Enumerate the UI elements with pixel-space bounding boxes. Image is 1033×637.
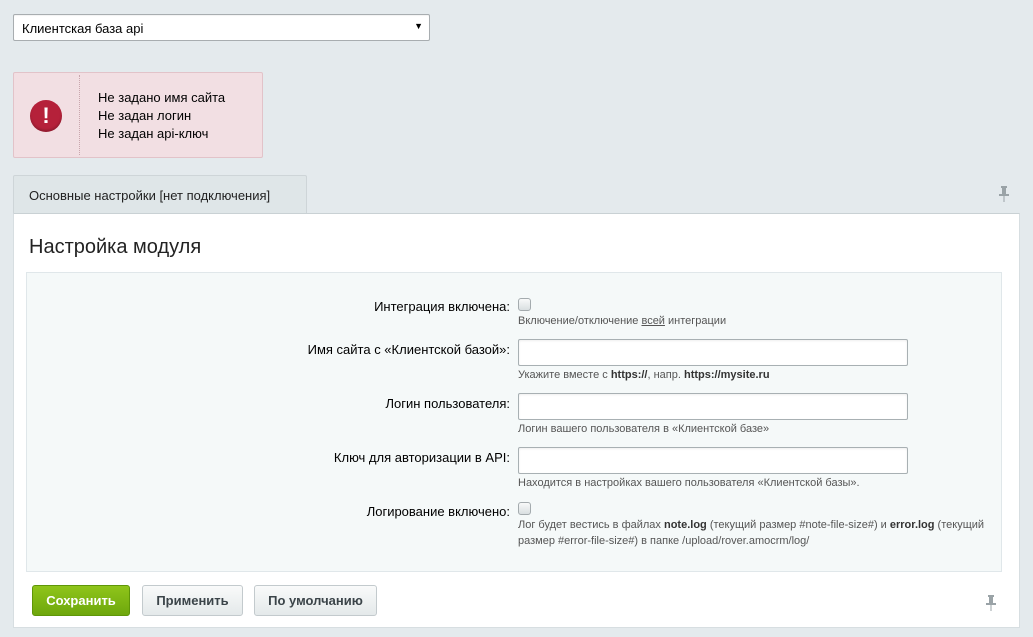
apply-button[interactable]: Применить <box>142 585 243 616</box>
error-item: Не задано имя сайта <box>98 90 226 105</box>
error-divider <box>79 75 80 155</box>
module-select-value: Клиентская база api <box>22 21 144 36</box>
error-list: Не задано имя сайта Не задан логин Не за… <box>98 89 225 143</box>
save-button[interactable]: Сохранить <box>32 585 130 616</box>
login-input[interactable] <box>518 393 908 420</box>
login-label: Логин пользователя: <box>385 396 511 411</box>
integration-hint: Включение/отключение всей интеграции <box>518 315 727 327</box>
site-name-hint: Укажите вместе с https://, напр. https:/… <box>518 369 770 381</box>
error-item: Не задан логин <box>98 108 192 123</box>
logging-label: Логирование включено: <box>366 504 510 519</box>
api-key-hint: Находится в настройках вашего пользовате… <box>518 477 860 489</box>
tab-bar: Основные настройки [нет подключения] <box>13 175 1020 213</box>
api-key-label: Ключ для авторизации в API: <box>333 450 510 465</box>
module-select[interactable]: Клиентская база api ▼ <box>13 14 430 41</box>
error-message-box: ! Не задано имя сайта Не задан логин Не … <box>13 72 263 158</box>
error-item: Не задан api-ключ <box>98 126 209 141</box>
pin-icon[interactable] <box>998 186 1010 202</box>
api-key-input[interactable] <box>518 447 908 474</box>
integration-label: Интеграция включена: <box>374 299 510 314</box>
triangle-down-icon: ▼ <box>414 21 423 31</box>
exclamation-circle-icon: ! <box>30 100 62 132</box>
logging-checkbox[interactable] <box>518 502 531 515</box>
tab-main-settings[interactable]: Основные настройки [нет подключения] <box>13 175 307 213</box>
pin-icon[interactable] <box>985 595 997 611</box>
tab-label: Основные настройки [нет подключения] <box>29 188 271 203</box>
logging-hint: Лог будет вестись в файлах note.log (тек… <box>518 519 985 547</box>
site-name-input[interactable] <box>518 339 908 366</box>
integration-checkbox[interactable] <box>518 298 531 311</box>
page-title: Настройка модуля <box>29 236 202 258</box>
settings-panel: Настройка модуля Интеграция включена: Вк… <box>13 213 1020 628</box>
settings-form: Интеграция включена: Включение/отключени… <box>26 272 1002 572</box>
default-button[interactable]: По умолчанию <box>254 585 377 616</box>
login-hint: Логин вашего пользователя в «Клиентской … <box>518 423 770 435</box>
site-name-label: Имя сайта с «Клиентской базой»: <box>307 342 510 357</box>
